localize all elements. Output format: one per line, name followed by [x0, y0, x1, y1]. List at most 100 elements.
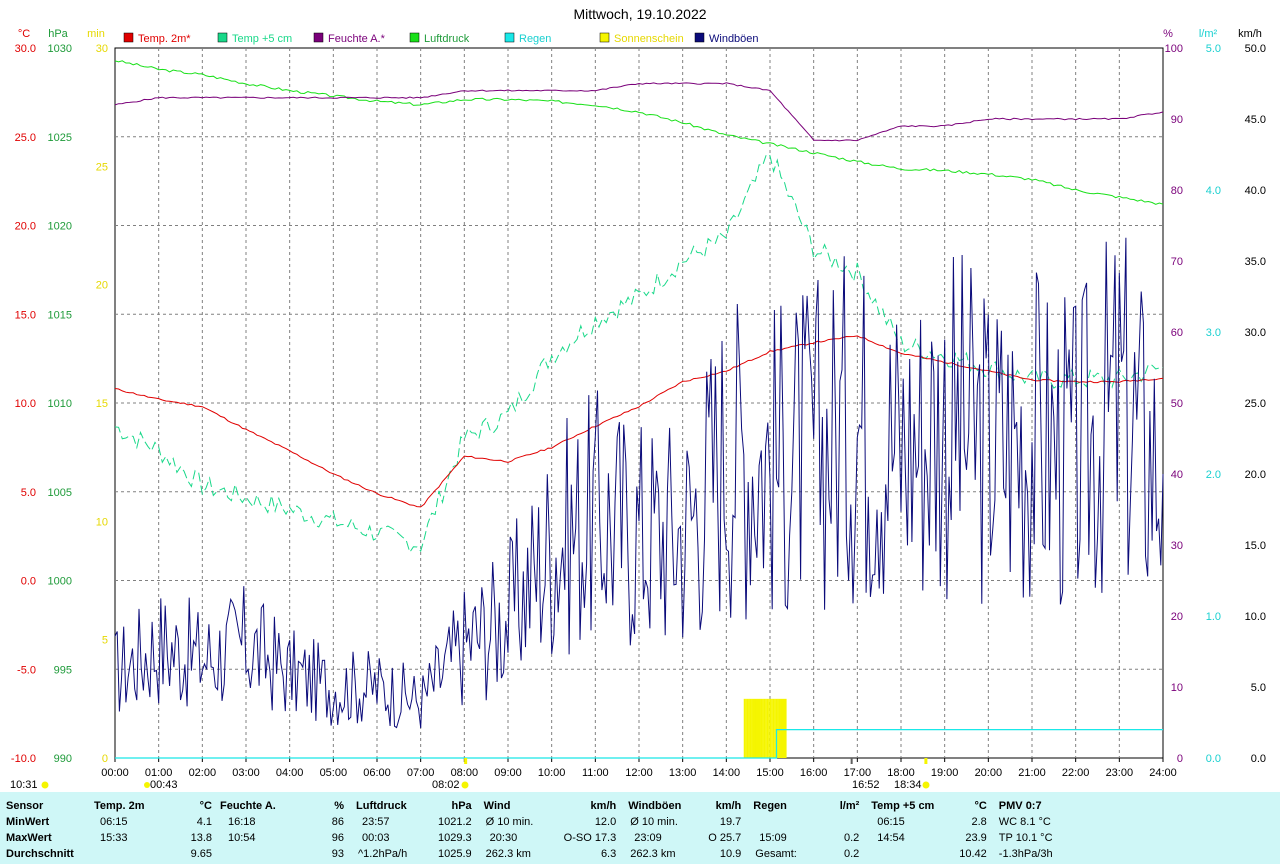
stats-avg-t5-val: 10.42 [959, 848, 987, 860]
stats-min-temp2m-val: 4.1 [196, 816, 212, 828]
stats-min-t5-val: 2.8 [971, 816, 987, 828]
rain-tick-label: 2.0 [1206, 469, 1221, 481]
humidity-tick-label: 10 [1171, 682, 1183, 694]
stats-min-gust-desc: Ø 10 min. [630, 816, 678, 828]
stats-min-pres-time: 23:57 [362, 816, 390, 828]
sun-tick-label: 30 [96, 43, 108, 55]
time-tick-label: 11:00 [582, 767, 609, 779]
time-tick-label: 03:00 [232, 767, 260, 779]
pressure-tick-label: 990 [54, 753, 72, 765]
temp-axis-unit: °C [18, 28, 30, 40]
statistics-table: Sensor Temp. 2m °C Feuchte A. % Luftdruc… [6, 798, 1053, 862]
humidity-tick-label: 60 [1171, 327, 1183, 339]
stats-rain-header: Regen [753, 800, 787, 812]
temp-tick-label: 20.0 [15, 221, 36, 233]
temp-tick-label: 5.0 [21, 487, 36, 499]
humidity-tick-label: 40 [1171, 469, 1183, 481]
stats-avg-gust-dist: 262.3 km [630, 848, 676, 860]
time-tick-label: 13:00 [669, 767, 697, 779]
stats-max-pmv: TP 10.1 °C [998, 832, 1053, 844]
humidity-tick-label: 50 [1171, 398, 1183, 410]
rain-tick-label: 5.0 [1206, 43, 1221, 55]
stats-min-wind-desc: Ø 10 min. [485, 816, 534, 828]
legend-label: Regen [519, 33, 551, 45]
legend-swatch [599, 32, 610, 43]
stats-max-wind-val: O-SO 17.3 [563, 832, 617, 844]
stats-min-hum-val: 86 [331, 816, 344, 828]
sun-icon [41, 781, 49, 789]
stats-min-label: MinWert [6, 816, 50, 828]
legend-swatch [123, 32, 134, 43]
stats-avg-hum-val: 93 [331, 848, 344, 860]
sunrise-prev-label: 10:31 [10, 779, 38, 791]
time-tick-label: 04:00 [276, 767, 304, 779]
stats-rain-unit: l/m² [839, 800, 860, 812]
time-tick-label: 14:00 [713, 767, 741, 779]
stats-hum-header: Feuchte A. [220, 800, 276, 812]
rain-axis-unit: l/m² [1199, 28, 1218, 40]
stats-max-label: MaxWert [6, 832, 52, 844]
humidity-tick-label: 20 [1171, 611, 1183, 623]
stats-max-pres-val: 1029.3 [438, 832, 472, 844]
statistics-panel: Sensor Temp. 2m °C Feuchte A. % Luftdruc… [0, 792, 1280, 864]
legend-label: Sonnenschein [614, 33, 684, 45]
stats-avg-gust-val: 10.9 [719, 848, 742, 860]
stats-pres-header: Luftdruck [356, 800, 407, 812]
stats-min-pmv: WC 8.1 °C [998, 816, 1051, 828]
wind-tick-label: 30.0 [1245, 327, 1266, 339]
stats-avg-pres-trend: ^1.2hPa/h [358, 848, 408, 860]
stats-avg-label: Durchschnitt [6, 848, 74, 860]
stats-max-wind-time: 20:30 [489, 832, 518, 844]
legend-label: Temp. 2m* [138, 33, 191, 45]
wind-tick-label: 25.0 [1245, 398, 1266, 410]
stats-avg-rain-val: 0.2 [843, 848, 860, 860]
humidity-axis-unit: % [1163, 28, 1173, 40]
wind-tick-label: 50.0 [1245, 43, 1266, 55]
time-tick-label: 17:00 [844, 767, 872, 779]
humidity-tick-label: 0 [1177, 753, 1183, 765]
legend-label: Luftdruck [424, 33, 470, 45]
chart-title: Mittwoch, 19.10.2022 [573, 6, 706, 22]
humidity-tick-label: 80 [1171, 185, 1183, 197]
sun-tick-label: 20 [96, 280, 108, 292]
stats-header-row: Sensor Temp. 2m °C Feuchte A. % Luftdruc… [6, 798, 1053, 814]
stats-hum-unit: % [334, 800, 344, 812]
wind-tick-label: 5.0 [1251, 682, 1266, 694]
stats-t5-unit: °C [974, 800, 987, 812]
stats-temp2m-header: Temp. 2m [94, 800, 145, 812]
time-tick-label: 23:00 [1106, 767, 1134, 779]
stats-max-gust-val: O 25.7 [708, 832, 742, 844]
stats-min-gust-val: 19.7 [719, 816, 742, 828]
stats-max-rain-time: 15:09 [759, 832, 787, 844]
pressure-axis-unit: hPa [48, 28, 68, 40]
stats-min-row: MinWert 06:15 4.1 16:18 86 23:57 1021.2 … [6, 814, 1053, 830]
time-tick-label: 10:00 [538, 767, 566, 779]
stats-sensor-header: Sensor [6, 800, 44, 812]
pressure-tick-label: 1015 [48, 309, 72, 321]
stats-min-wind-val: 12.0 [594, 816, 617, 828]
stats-avg-row: Durchschnitt 9.65 93 ^1.2hPa/h 1025.9 26… [6, 846, 1053, 862]
stats-pres-unit: hPa [451, 800, 472, 812]
pressure-tick-label: 1020 [48, 221, 72, 233]
stats-pmv-header: PMV 0:7 [998, 800, 1042, 812]
time-tick-label: 22:00 [1062, 767, 1090, 779]
time-tick-label: 01:00 [145, 767, 173, 779]
stats-max-rain-val: 0.2 [843, 832, 860, 844]
stats-min-rain-time [741, 814, 833, 830]
stats-max-temp2m-time: 15:33 [100, 832, 128, 844]
stats-max-gust-time: 23:09 [634, 832, 662, 844]
pressure-tick-label: 1025 [48, 132, 72, 144]
stats-max-t5-time: 14:54 [877, 832, 905, 844]
stats-temp2m-unit: °C [199, 800, 212, 812]
temp-tick-label: 10.0 [15, 398, 36, 410]
pressure-tick-label: 1010 [48, 398, 72, 410]
temp-tick-label: 25.0 [15, 132, 36, 144]
temp-tick-label: -10.0 [11, 753, 36, 765]
time-tick-label: 15:00 [756, 767, 784, 779]
wind-tick-label: 10.0 [1245, 611, 1266, 623]
wind-tick-label: 0.0 [1251, 753, 1266, 765]
wind-tick-label: 45.0 [1245, 114, 1266, 126]
legend-label: Temp +5 cm [232, 33, 292, 45]
wind-tick-label: 35.0 [1245, 256, 1266, 268]
time-tick-label: 18:00 [887, 767, 915, 779]
